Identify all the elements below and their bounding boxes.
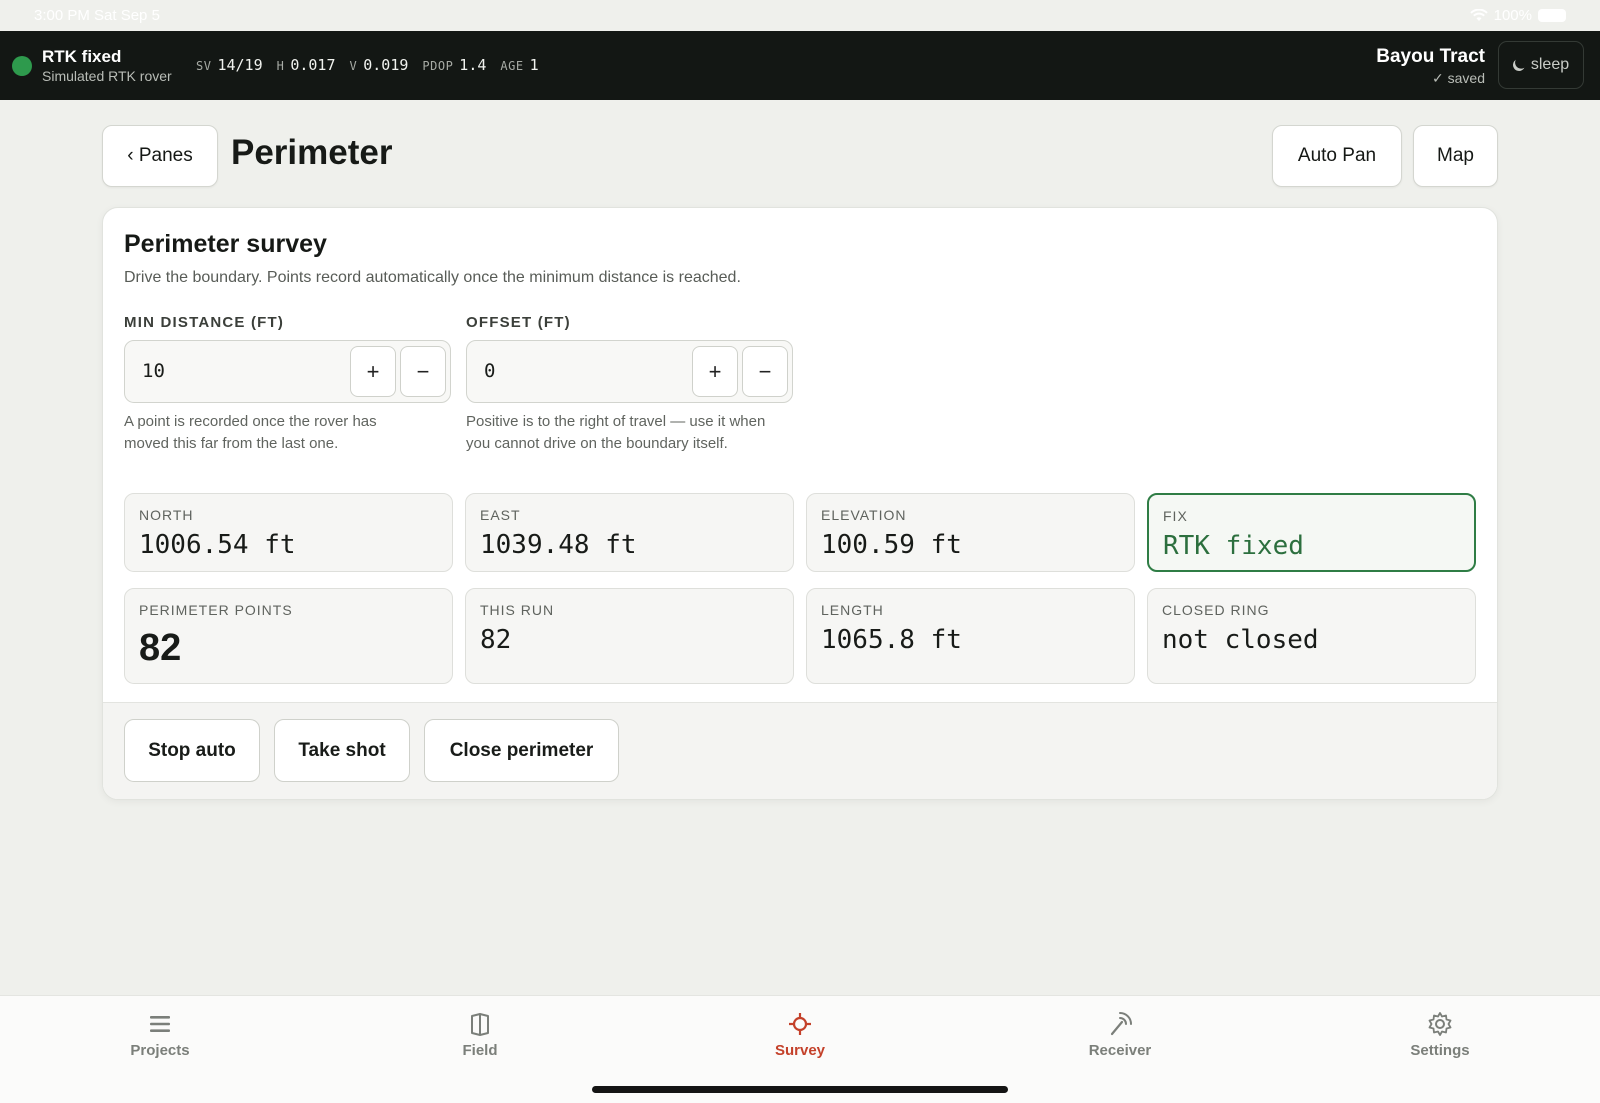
- project-saved-status: ✓ saved: [1432, 70, 1485, 86]
- project-name: Bayou Tract: [1376, 46, 1485, 67]
- battery-percent: 100%: [1493, 7, 1532, 24]
- gear-icon: [1428, 1012, 1452, 1036]
- stat-value: 1006.54 ft: [139, 530, 296, 560]
- min-distance-label: MIN DISTANCE (FT): [124, 314, 285, 331]
- card-description: Drive the boundary. Points record automa…: [124, 269, 741, 286]
- stat-label: PERIMETER POINTS: [139, 602, 293, 618]
- stat-fix: FIX RTK fixed: [1147, 493, 1476, 572]
- tab-field[interactable]: Field: [400, 1010, 560, 1059]
- min-distance-help: A point is recorded once the rover has m…: [124, 413, 377, 452]
- tab-receiver[interactable]: Receiver: [1040, 1010, 1200, 1059]
- back-to-panes-button[interactable]: ‹ Panes: [102, 125, 218, 187]
- offset-decrement-button[interactable]: −: [742, 346, 788, 397]
- metric-age: AGE 1: [500, 56, 539, 74]
- stat-elevation: ELEVATION 100.59 ft: [806, 493, 1135, 572]
- gnss-status-bar: RTK fixed Simulated RTK rover SV 14/19 H0…: [0, 31, 1600, 100]
- tab-settings[interactable]: Settings: [1360, 1010, 1520, 1059]
- list-icon: [150, 1016, 170, 1032]
- tab-label: Receiver: [1088, 1042, 1152, 1059]
- fix-status-dot: [12, 56, 32, 76]
- min-distance-stepper: 10 + −: [124, 340, 451, 403]
- stat-label: NORTH: [139, 507, 194, 523]
- metric-pdop: PDOP 1.4: [422, 56, 487, 74]
- wifi-icon: [1469, 9, 1488, 21]
- offset-input[interactable]: 0: [484, 360, 495, 382]
- metric-v: V 0.019: [349, 56, 409, 74]
- battery-icon: [1538, 9, 1566, 22]
- crosshair-icon: [789, 1013, 811, 1035]
- tab-label: Projects: [130, 1042, 190, 1059]
- tab-label: Survey: [774, 1042, 826, 1059]
- metric-sv: SV 14/19: [196, 56, 263, 74]
- page-title: Perimeter: [231, 133, 393, 172]
- tab-survey[interactable]: Survey: [720, 1010, 880, 1059]
- stop-auto-button[interactable]: Stop auto: [124, 719, 260, 782]
- fix-status-subtitle: Simulated RTK rover: [42, 68, 172, 84]
- auto-pan-button[interactable]: Auto Pan: [1272, 125, 1402, 187]
- stat-value: 82: [480, 625, 512, 655]
- take-shot-button[interactable]: Take shot: [274, 719, 410, 782]
- card-title: Perimeter survey: [124, 230, 327, 258]
- antenna-icon: [1110, 1012, 1132, 1036]
- stat-label: EAST: [480, 507, 521, 523]
- status-right: 100%: [1469, 7, 1566, 24]
- sleep-button[interactable]: sleep: [1498, 41, 1584, 89]
- offset-stepper: 0 + −: [466, 340, 793, 403]
- close-perimeter-button[interactable]: Close perimeter: [424, 719, 619, 782]
- home-indicator: [592, 1086, 1008, 1093]
- tab-label: Field: [462, 1042, 498, 1059]
- offset-label: OFFSET (FT): [466, 314, 571, 331]
- min-distance-input[interactable]: 10: [142, 360, 165, 382]
- stat-east: EAST 1039.48 ft: [465, 493, 794, 572]
- tab-projects[interactable]: Projects: [80, 1010, 240, 1059]
- offset-increment-button[interactable]: +: [692, 346, 738, 397]
- stat-value: 1039.48 ft: [480, 530, 637, 560]
- stat-value: RTK fixed: [1163, 531, 1304, 561]
- stat-value: 100.59 ft: [821, 530, 962, 560]
- metric-h: H 0.017: [276, 56, 336, 74]
- stat-closed-ring: CLOSED RING not closed: [1147, 588, 1476, 684]
- stat-label: ELEVATION: [821, 507, 907, 523]
- fix-status-title: RTK fixed: [42, 47, 122, 66]
- stat-value: not closed: [1162, 625, 1319, 655]
- map-button[interactable]: Map: [1413, 125, 1498, 187]
- tab-label: Settings: [1410, 1042, 1470, 1059]
- stat-perimeter-points: PERIMETER POINTS 82: [124, 588, 453, 684]
- min-distance-increment-button[interactable]: +: [350, 346, 396, 397]
- stat-this-run: THIS RUN 82: [465, 588, 794, 684]
- min-distance-decrement-button[interactable]: −: [400, 346, 446, 397]
- gnss-metrics: SV 14/19 H 0.017 V 0.019 PDOP 1.4 AGE 1: [196, 56, 553, 74]
- moon-icon: [1511, 57, 1527, 73]
- stat-north: NORTH 1006.54 ft: [124, 493, 453, 572]
- sleep-label: sleep: [1530, 56, 1570, 73]
- stat-label: FIX: [1163, 508, 1188, 524]
- offset-help: Positive is to the right of travel — use…: [466, 413, 766, 452]
- status-time: 3:00 PM Sat Sep 5: [34, 7, 160, 24]
- card-actions: Stop auto Take shot Close perimeter: [103, 702, 1497, 799]
- stat-value: 82: [139, 627, 182, 669]
- stat-label: LENGTH: [821, 602, 884, 618]
- stat-length: LENGTH 1065.8 ft: [806, 588, 1135, 684]
- stat-value: 1065.8 ft: [821, 625, 962, 655]
- stat-label: CLOSED RING: [1162, 602, 1270, 618]
- book-icon: [471, 1013, 489, 1036]
- perimeter-survey-card: Perimeter survey Drive the boundary. Poi…: [102, 207, 1498, 800]
- status-bar: 3:00 PM Sat Sep 5 100%: [0, 0, 1600, 31]
- stat-label: THIS RUN: [480, 602, 555, 618]
